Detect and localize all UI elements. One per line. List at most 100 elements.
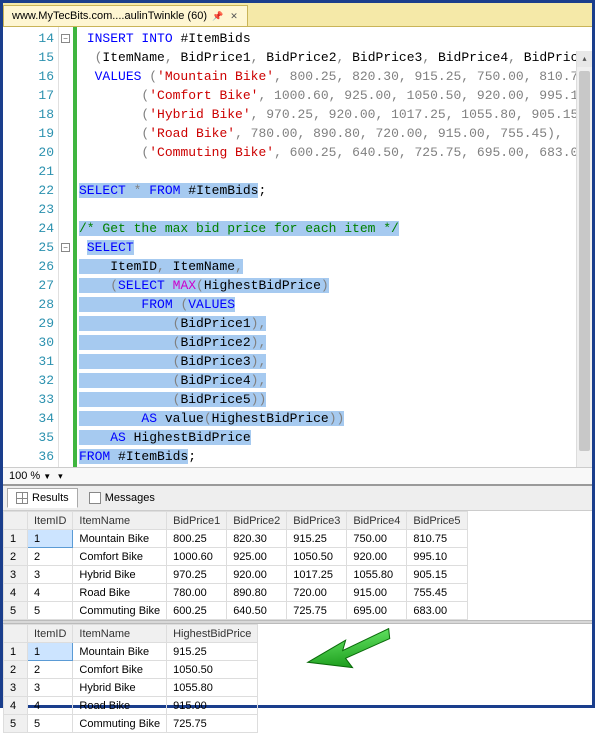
- code-content[interactable]: INSERT INTO #ItemBids (ItemName, BidPric…: [77, 27, 592, 467]
- column-header[interactable]: ItemName: [73, 512, 167, 530]
- cell[interactable]: Mountain Bike: [73, 643, 167, 661]
- row-number[interactable]: 4: [4, 697, 28, 715]
- cell[interactable]: 915.00: [167, 697, 258, 715]
- scroll-thumb[interactable]: [579, 71, 590, 451]
- row-number[interactable]: 2: [4, 661, 28, 679]
- row-number[interactable]: 1: [4, 643, 28, 661]
- tab-messages[interactable]: Messages: [80, 488, 164, 508]
- fold-toggle-icon[interactable]: −: [61, 243, 70, 252]
- cell[interactable]: 1050.50: [167, 661, 258, 679]
- row-header[interactable]: [4, 625, 28, 643]
- cell[interactable]: Mountain Bike: [73, 530, 167, 548]
- cell[interactable]: 995.10: [407, 548, 467, 566]
- column-header[interactable]: BidPrice2: [227, 512, 287, 530]
- close-icon[interactable]: ✕: [229, 11, 239, 21]
- column-header[interactable]: BidPrice3: [287, 512, 347, 530]
- cell[interactable]: Road Bike: [73, 584, 167, 602]
- code-line[interactable]: ('Road Bike', 780.00, 890.80, 720.00, 91…: [77, 124, 592, 143]
- fold-toggle-icon[interactable]: −: [61, 34, 70, 43]
- column-header[interactable]: ItemID: [28, 512, 73, 530]
- code-line[interactable]: ('Comfort Bike', 1000.60, 925.00, 1050.5…: [77, 86, 592, 105]
- code-line[interactable]: (BidPrice4),: [77, 371, 592, 390]
- column-header[interactable]: BidPrice4: [347, 512, 407, 530]
- tab-results[interactable]: Results: [7, 488, 78, 508]
- result-grid-1[interactable]: ItemIDItemNameBidPrice1BidPrice2BidPrice…: [3, 511, 592, 620]
- cell[interactable]: 640.50: [227, 602, 287, 620]
- cell[interactable]: 820.30: [227, 530, 287, 548]
- cell[interactable]: 920.00: [347, 548, 407, 566]
- code-line[interactable]: AS HighestBidPrice: [77, 428, 592, 447]
- zoom-dropdown-icon[interactable]: ▼: [43, 472, 51, 481]
- table-row[interactable]: 11Mountain Bike800.25820.30915.25750.008…: [4, 530, 468, 548]
- table-row[interactable]: 55Commuting Bike600.25640.50725.75695.00…: [4, 602, 468, 620]
- code-line[interactable]: AS value(HighestBidPrice)): [77, 409, 592, 428]
- cell[interactable]: 725.75: [167, 715, 258, 733]
- cell[interactable]: 915.00: [347, 584, 407, 602]
- table-row[interactable]: 22Comfort Bike1000.60925.001050.50920.00…: [4, 548, 468, 566]
- cell[interactable]: Hybrid Bike: [73, 679, 167, 697]
- cell[interactable]: Road Bike: [73, 697, 167, 715]
- table-row[interactable]: 55Commuting Bike725.75: [4, 715, 258, 733]
- pin-icon[interactable]: 📌: [213, 11, 223, 21]
- row-number[interactable]: 5: [4, 715, 28, 733]
- row-number[interactable]: 4: [4, 584, 28, 602]
- code-line[interactable]: ('Commuting Bike', 600.25, 640.50, 725.7…: [77, 143, 592, 162]
- cell[interactable]: 4: [28, 584, 73, 602]
- column-header[interactable]: ItemID: [28, 625, 73, 643]
- cell[interactable]: 725.75: [287, 602, 347, 620]
- row-number[interactable]: 1: [4, 530, 28, 548]
- code-line[interactable]: ('Hybrid Bike', 970.25, 920.00, 1017.25,…: [77, 105, 592, 124]
- cell[interactable]: 1: [28, 643, 73, 661]
- code-line[interactable]: (SELECT MAX(HighestBidPrice): [77, 276, 592, 295]
- cell[interactable]: 1050.50: [287, 548, 347, 566]
- cell[interactable]: 905.15: [407, 566, 467, 584]
- cell[interactable]: Hybrid Bike: [73, 566, 167, 584]
- code-editor[interactable]: 1415161718192021222324252627282930313233…: [3, 27, 592, 467]
- cell[interactable]: 3: [28, 679, 73, 697]
- cell[interactable]: 920.00: [227, 566, 287, 584]
- cell[interactable]: 683.00: [407, 602, 467, 620]
- code-line[interactable]: VALUES ('Mountain Bike', 800.25, 820.30,…: [77, 67, 592, 86]
- cell[interactable]: 925.00: [227, 548, 287, 566]
- cell[interactable]: 1000.60: [167, 548, 227, 566]
- row-number[interactable]: 2: [4, 548, 28, 566]
- code-line[interactable]: INSERT INTO #ItemBids: [77, 29, 592, 48]
- code-line[interactable]: (BidPrice5)): [77, 390, 592, 409]
- cell[interactable]: Commuting Bike: [73, 715, 167, 733]
- table-row[interactable]: 44Road Bike780.00890.80720.00915.00755.4…: [4, 584, 468, 602]
- table-row[interactable]: 22Comfort Bike1050.50: [4, 661, 258, 679]
- cell[interactable]: 695.00: [347, 602, 407, 620]
- cell[interactable]: 750.00: [347, 530, 407, 548]
- row-number[interactable]: 3: [4, 679, 28, 697]
- cell[interactable]: 5: [28, 602, 73, 620]
- cell[interactable]: 1055.80: [167, 679, 258, 697]
- table-row[interactable]: 33Hybrid Bike1055.80: [4, 679, 258, 697]
- code-line[interactable]: [77, 162, 592, 181]
- scroll-up-icon[interactable]: ▴: [577, 51, 592, 67]
- cell[interactable]: 1055.80: [347, 566, 407, 584]
- cell[interactable]: 970.25: [167, 566, 227, 584]
- cell[interactable]: 600.25: [167, 602, 227, 620]
- column-header[interactable]: BidPrice1: [167, 512, 227, 530]
- column-header[interactable]: ItemName: [73, 625, 167, 643]
- cell[interactable]: 1: [28, 530, 73, 548]
- table-row[interactable]: 44Road Bike915.00: [4, 697, 258, 715]
- cell[interactable]: 915.25: [287, 530, 347, 548]
- code-line[interactable]: (BidPrice3),: [77, 352, 592, 371]
- column-header[interactable]: BidPrice5: [407, 512, 467, 530]
- row-number[interactable]: 3: [4, 566, 28, 584]
- code-line[interactable]: ItemID, ItemName,: [77, 257, 592, 276]
- code-line[interactable]: FROM (VALUES: [77, 295, 592, 314]
- code-line[interactable]: /* Get the max bid price for each item *…: [77, 219, 592, 238]
- code-line[interactable]: [77, 200, 592, 219]
- column-header[interactable]: HighestBidPrice: [167, 625, 258, 643]
- cell[interactable]: 890.80: [227, 584, 287, 602]
- cell[interactable]: Comfort Bike: [73, 661, 167, 679]
- cell[interactable]: 800.25: [167, 530, 227, 548]
- cell[interactable]: 2: [28, 661, 73, 679]
- file-tab[interactable]: www.MyTecBits.com....aulinTwinkle (60) 📌…: [3, 5, 248, 26]
- row-header[interactable]: [4, 512, 28, 530]
- code-line[interactable]: SELECT: [77, 238, 592, 257]
- code-line[interactable]: FROM #ItemBids;: [77, 447, 592, 466]
- code-line[interactable]: (BidPrice2),: [77, 333, 592, 352]
